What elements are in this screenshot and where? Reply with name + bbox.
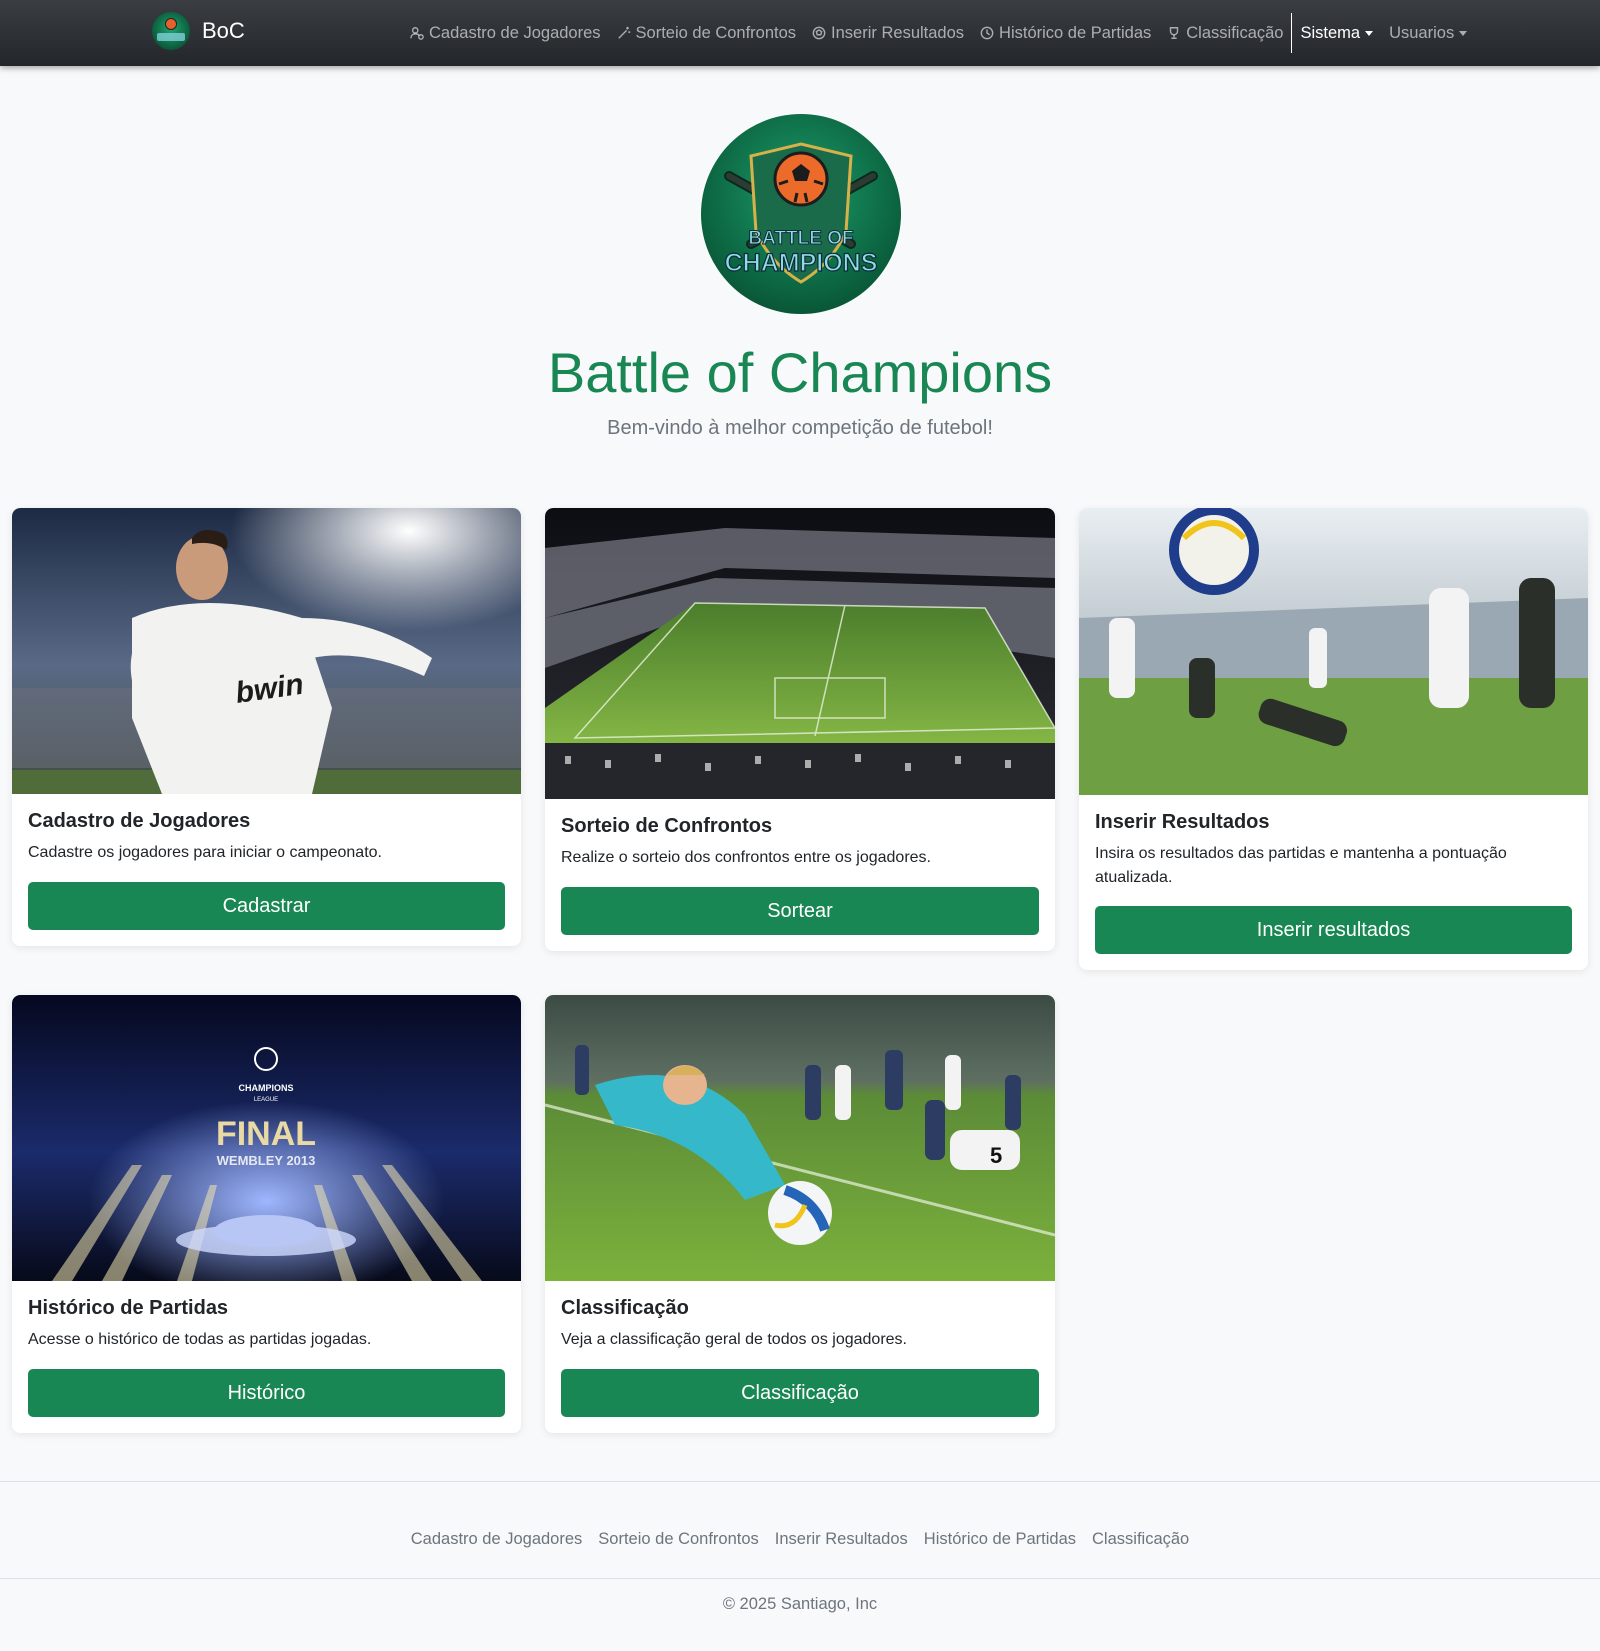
- caret-down-icon: [1459, 30, 1468, 36]
- footer-divider-bottom: [0, 1578, 1600, 1579]
- nav-item-cadastro[interactable]: Cadastro de Jogadores: [402, 24, 609, 43]
- nav-item-resultados[interactable]: Inserir Resultados: [804, 24, 972, 43]
- card-title: Histórico de Partidas: [28, 1297, 229, 1319]
- brand-logo-icon: [152, 12, 190, 50]
- card-title: Sorteio de Confrontos: [561, 815, 773, 837]
- card-image: bwin: [12, 508, 521, 794]
- history-icon: [980, 26, 994, 40]
- card-image: CHAMPIONS LEAGUE FINAL WEMBLEY 2013: [12, 995, 521, 1281]
- sortear-button[interactable]: Sortear: [561, 887, 1039, 935]
- footer-link-cadastro[interactable]: Cadastro de Jogadores: [403, 1530, 591, 1549]
- footer-divider-top: [0, 1481, 1600, 1482]
- card-image-text: 5: [990, 1143, 1002, 1168]
- card-text: Cadastre os jogadores para iniciar o cam…: [28, 844, 382, 861]
- navbar: BoC Cadastro de Jogadores Sorteio de Con…: [0, 0, 1600, 66]
- page-title: Battle of Champions: [547, 341, 1053, 404]
- card-image-text: WEMBLEY 2013: [217, 1153, 316, 1168]
- card-cadastro: bwin Cadastro de Jogadores Cadastre os j…: [12, 508, 521, 946]
- main-nav: Cadastro de Jogadores Sorteio de Confron…: [402, 0, 1475, 66]
- card-title: Classificação: [561, 1297, 689, 1319]
- page-subtitle: Bem-vindo à melhor competição de futebol…: [607, 417, 993, 439]
- card-classificacao: 5 Classificação Veja a classificação ger…: [545, 995, 1055, 1433]
- soccer-ball-icon: [812, 26, 826, 40]
- nav-item-label: Sorteio de Confrontos: [635, 23, 797, 42]
- card-image: 5: [545, 995, 1055, 1281]
- historico-button[interactable]: Histórico: [28, 1369, 505, 1417]
- magic-wand-icon: [617, 26, 630, 39]
- nav-item-label: Classificação: [1186, 23, 1284, 42]
- card-image-text: LEAGUE: [254, 1097, 278, 1103]
- dropdown-label: Sistema: [1300, 23, 1361, 42]
- inserir-resultados-button[interactable]: Inserir resultados: [1095, 906, 1572, 954]
- card-image: [1079, 508, 1588, 795]
- card-historico: CHAMPIONS LEAGUE FINAL WEMBLEY 2013 Hist…: [12, 995, 521, 1433]
- trophy-icon: [1170, 27, 1179, 39]
- card-image-text: FINAL: [216, 1115, 316, 1153]
- footer-link-resultados[interactable]: Inserir Resultados: [767, 1530, 916, 1549]
- card-text: Acesse o histórico de todas as partidas …: [28, 1331, 372, 1348]
- brand-link[interactable]: BoC: [152, 12, 245, 50]
- caret-down-icon: [1365, 30, 1374, 36]
- dropdown-label: Usuarios: [1389, 23, 1455, 42]
- card-text: Insira os resultados das partidas e mant…: [1095, 845, 1507, 886]
- card-image: [545, 508, 1055, 799]
- nav-item-sorteio[interactable]: Sorteio de Confrontos: [609, 24, 805, 43]
- user-add-icon: [410, 27, 424, 40]
- footer-link-classificacao[interactable]: Classificação: [1084, 1530, 1197, 1549]
- hero-logo-text-2: CHAMPIONS: [725, 249, 878, 277]
- card-title: Cadastro de Jogadores: [28, 810, 251, 832]
- classificacao-button[interactable]: Classificação: [561, 1369, 1039, 1417]
- card-image-text: CHAMPIONS: [238, 1083, 293, 1093]
- hero-logo: BATTLE OF CHAMPIONS: [701, 114, 901, 314]
- card-sorteio: Sorteio de Confrontos Realize o sorteio …: [545, 508, 1055, 951]
- nav-item-label: Histórico de Partidas: [999, 23, 1152, 42]
- footer-nav: Cadastro de Jogadores Sorteio de Confron…: [0, 1530, 1600, 1549]
- card-text: Realize o sorteio dos confrontos entre o…: [561, 849, 931, 866]
- hero-logo-text-1: BATTLE OF: [748, 228, 853, 249]
- cadastrar-button[interactable]: Cadastrar: [28, 882, 505, 930]
- brand-name: BoC: [202, 18, 245, 43]
- copyright: © 2025 Santiago, Inc: [722, 1595, 878, 1613]
- footer-link-sorteio[interactable]: Sorteio de Confrontos: [590, 1530, 767, 1549]
- nav-item-label: Cadastro de Jogadores: [429, 23, 601, 42]
- nav-item-historico[interactable]: Histórico de Partidas: [972, 24, 1159, 43]
- footer-link-historico[interactable]: Histórico de Partidas: [916, 1530, 1084, 1549]
- card-title: Inserir Resultados: [1095, 811, 1270, 833]
- nav-item-label: Inserir Resultados: [831, 23, 965, 42]
- dropdown-sistema[interactable]: Sistema: [1292, 24, 1381, 43]
- dropdown-usuarios[interactable]: Usuarios: [1381, 24, 1475, 43]
- nav-item-classificacao[interactable]: Classificação: [1159, 24, 1291, 43]
- card-resultados: Inserir Resultados Insira os resultados …: [1079, 508, 1588, 970]
- card-text: Veja a classificação geral de todos os j…: [561, 1331, 907, 1348]
